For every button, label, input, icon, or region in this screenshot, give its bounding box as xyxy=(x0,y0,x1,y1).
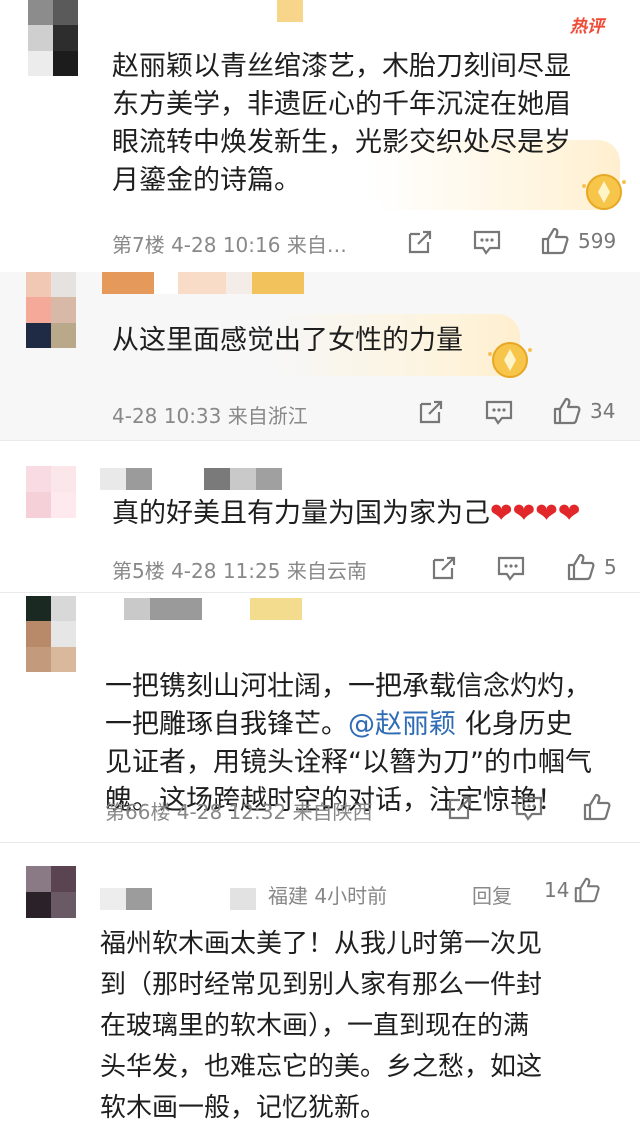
comment-item: 一把镌刻山河壮阔，一把承载信念灼灼， 一把雕琢自我锋芒。@赵丽颖 化身历史 见证… xyxy=(0,592,640,842)
mention-link[interactable]: @赵丽颖 xyxy=(348,709,456,740)
thumbs-up-icon xyxy=(575,877,601,903)
username[interactable] xyxy=(277,0,303,22)
thumbs-up-icon xyxy=(553,397,581,425)
like-button[interactable]: 14 xyxy=(544,876,601,904)
comment-text: 真的好美且有力量为国为家为己❤❤❤❤ xyxy=(112,495,581,533)
thumbs-up-icon xyxy=(567,553,595,581)
avatar[interactable] xyxy=(28,0,78,76)
username[interactable] xyxy=(124,598,302,620)
reply-button[interactable]: 回复 xyxy=(472,880,512,909)
like-button[interactable]: 5 xyxy=(566,552,617,582)
comment-icon[interactable] xyxy=(496,554,526,582)
comment-text: 从这里面感觉出了女性的力量 xyxy=(112,325,463,356)
like-button[interactable]: 34 xyxy=(552,396,615,426)
comment-item: 福建 4小时前 回复 14 福州软木画太美了！从我儿时第一次见 到（那时经常见到… xyxy=(0,842,640,1123)
username[interactable] xyxy=(100,888,256,910)
comment-item: 从这里面感觉出了女性的力量 4-28 10:33 来自浙江 34 xyxy=(0,272,640,440)
comment-item: 热评 赵丽颖以青丝绾漆艺，木胎刀刻间尽显 东方美学，非遗匠心的千年沉淀在她眉 眼… xyxy=(0,0,640,272)
comment-icon[interactable] xyxy=(472,228,502,256)
medal-icon xyxy=(582,174,626,210)
comment-item: 真的好美且有力量为国为家为己❤❤❤❤ 第5楼 4-28 11:25 来自云南 5 xyxy=(0,440,640,592)
like-count: 34 xyxy=(590,399,616,423)
avatar[interactable] xyxy=(26,466,76,518)
share-icon[interactable] xyxy=(430,554,458,582)
comment-text: 福州软木画太美了！从我儿时第一次见 到（那时经常见到别人家有那么一件封 在玻璃里… xyxy=(100,929,543,1123)
comment-meta: 4-28 10:33 来自浙江 xyxy=(112,404,308,428)
share-icon[interactable] xyxy=(446,794,474,822)
heart-emojis: ❤❤❤❤ xyxy=(490,498,581,529)
comment-text: 一把镌刻山河壮阔，一把承载信念灼灼， 一把雕琢自我锋芒。@赵丽颖 化身历史 见证… xyxy=(105,630,625,820)
like-count: 599 xyxy=(578,229,617,253)
like-count: 5 xyxy=(604,555,617,579)
location-time: 福建 4小时前 xyxy=(268,884,388,908)
comment-icon[interactable] xyxy=(484,398,514,426)
like-button[interactable]: 599 xyxy=(540,226,616,256)
medal-icon xyxy=(488,342,532,378)
comment-meta: 第7楼 4-28 10:16 来自… xyxy=(112,233,347,257)
comment-text-body: 真的好美且有力量为国为家为己 xyxy=(112,498,490,529)
comment-text: 赵丽颖以青丝绾漆艺，木胎刀刻间尽显 东方美学，非遗匠心的千年沉淀在她眉 眼流转中… xyxy=(112,51,571,196)
reply-row: 福建 4小时前 xyxy=(268,880,387,909)
avatar[interactable] xyxy=(26,866,76,918)
thumbs-up-icon xyxy=(541,227,569,255)
hot-comment-badge: 热评 xyxy=(570,17,604,37)
avatar[interactable] xyxy=(26,596,76,672)
comment-meta: 第5楼 4-28 11:25 来自云南 xyxy=(112,559,367,583)
username[interactable] xyxy=(100,468,282,490)
thumbs-up-icon[interactable] xyxy=(582,792,612,822)
share-icon[interactable] xyxy=(406,228,434,256)
comment-icon[interactable] xyxy=(514,794,544,822)
share-icon[interactable] xyxy=(417,398,445,426)
avatar[interactable] xyxy=(26,272,76,348)
username[interactable] xyxy=(102,272,304,294)
like-count: 14 xyxy=(544,878,570,902)
comment-meta: 第66楼 4-28 12:32 来自陕西 xyxy=(105,800,373,824)
